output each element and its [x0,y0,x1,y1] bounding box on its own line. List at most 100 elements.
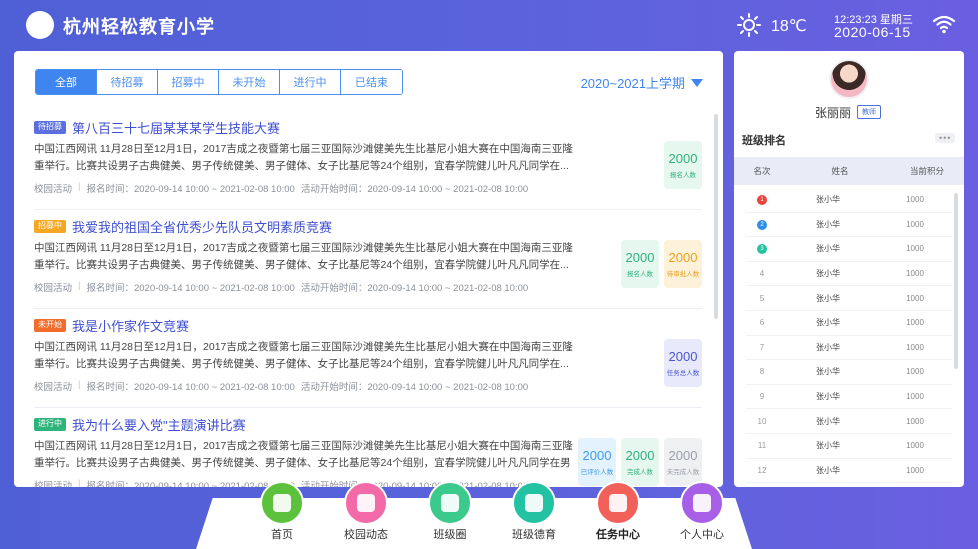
tab-5[interactable]: 已结束 [341,70,402,94]
student-name: 张小华 [816,465,840,475]
rank-cell: 5 [746,294,778,303]
tab-1[interactable]: 待招募 [97,70,158,94]
stat-label: 待审批人数 [666,271,700,278]
stat-box: 2000 未完成人数 [664,438,702,486]
divider: | [78,478,81,487]
activity-title[interactable]: 第八百三十七届某某某学生技能大赛 [72,118,280,137]
rank-number: 6 [759,318,765,328]
stat-number: 2000 [668,448,698,463]
stat-box: 2000 报名人数 [621,240,659,288]
student-score: 1000 [906,367,924,377]
activity-panel: 全部 待招募 招募中 未开始 进行中 已结束 2020~2021上学期 待招募 第八百三十… [14,51,723,487]
more-button[interactable]: ••• [935,133,956,143]
activity-stats: 2000 任务总人数 [664,339,702,387]
header-score: 当前积分 [909,166,944,176]
user-name: 张丽丽 [815,106,852,120]
nav-item-1[interactable]: 校园动态 [324,481,408,542]
start-time: 活动开始时间：2020-09-14 10:00 ~ 2021-02-08 10:… [300,184,529,195]
stat-number: 2000 [668,250,698,265]
activity-item[interactable]: 待招募 第八百三十七届某某某学生技能大赛 中国江西网讯 11月28日至12月1日… [34,111,702,210]
rank-cell: 3 [746,243,778,255]
rank-number: 9 [759,392,765,402]
activity-title[interactable]: 我爱我的祖国全省优秀少先队员文明素质竞赛 [72,217,332,236]
divider: | [78,379,81,390]
wifi-icon [932,15,956,34]
stat-label: 已评价人数 [580,469,614,476]
clock-date: 2020-06-15 [834,24,911,40]
activity-category: 校园活动 [34,184,73,195]
divider: | [78,280,81,291]
tab-2[interactable]: 招募中 [158,70,219,94]
tab-4[interactable]: 进行中 [280,70,341,94]
temperature: 18℃ [771,18,807,35]
activity-category: 校园活动 [34,481,73,487]
nav-item-5[interactable]: 个人中心 [660,481,744,542]
activity-head: 招募中 我爱我的祖国全省优秀少先队员文明素质竞赛 [34,217,332,236]
activity-item[interactable]: 未开始 我是小作家作文竞赛 中国江西网讯 11月28日至12月1日，2017吉成… [34,309,702,408]
nav-label: 个人中心 [680,529,724,541]
student-name: 张小华 [816,269,840,279]
student-score: 1000 [906,441,924,451]
activity-stats: 2000 报名人数 [664,141,702,189]
ranking-row: 4 张小华 1000 [746,262,952,287]
medal-icon: 1 [757,195,767,206]
ranking-rows: 1 张小华 1000 2 张小华 1000 3 张小华 1000 4 张小华 1… [746,188,952,484]
student-score: 1000 [906,318,924,328]
stat-number: 2000 [668,151,698,166]
student-score: 1000 [906,244,924,254]
student-name: 张小华 [816,441,840,451]
rank-number: 4 [759,269,765,279]
stat-label: 未完成人数 [666,469,700,476]
rank-number: 10 [757,416,767,426]
b-letter-icon [428,481,472,525]
header-rank: 名次 [753,166,771,176]
semester-selector[interactable]: 2020~2021上学期 [581,73,703,92]
activity-head: 待招募 第八百三十七届某某某学生技能大赛 [34,118,280,137]
rank-number: 12 [757,465,767,475]
activity-title[interactable]: 我是小作家作文竞赛 [72,316,189,335]
activity-list: 待招募 第八百三十七届某某某学生技能大赛 中国江西网讯 11月28日至12月1日… [34,111,702,487]
nav-item-2[interactable]: 班级圈 [408,481,492,542]
tab-0[interactable]: 全部 [36,70,97,94]
activity-title[interactable]: 我为什么要入党"主题演讲比赛 [72,415,246,434]
student-name: 张小华 [816,318,840,328]
status-badge: 招募中 [34,220,66,233]
status-tabs: 全部 待招募 招募中 未开始 进行中 已结束 [35,69,403,95]
stat-box: 2000 报名人数 [664,141,702,189]
activity-category: 校园活动 [34,283,73,294]
student-score: 1000 [906,342,924,352]
dropdown-arrow-icon [691,78,703,87]
stat-box: 2000 待审批人数 [664,240,702,288]
signup-time: 报名时间：2020-09-14 10:00 ~ 2021-02-08 10:00 [86,283,295,294]
activity-meta: 校园活动 | 报名时间：2020-09-14 10:00 ~ 2021-02-0… [34,280,528,294]
ranking-row: 10 张小华 1000 [746,409,952,434]
nav-item-3[interactable]: 班级德育 [492,481,576,542]
status-badge: 待招募 [34,121,66,134]
nav-label: 首页 [271,529,293,541]
ranking-scrollbar[interactable] [954,193,958,369]
activity-item[interactable]: 进行中 我为什么要入党"主题演讲比赛 中国江西网讯 11月28日至12月1日，2… [34,408,702,487]
sun-icon [737,13,761,37]
rank-number: 8 [759,367,765,377]
start-time: 活动开始时间：2020-09-14 10:00 ~ 2021-02-08 10:… [300,283,529,294]
activity-scrollbar[interactable] [714,114,718,319]
signup-time: 报名时间：2020-09-14 10:00 ~ 2021-02-08 10:00 [86,382,295,393]
nav-item-4[interactable]: 任务中心 [576,481,660,542]
rank-cell: 9 [746,392,778,401]
activity-item[interactable]: 招募中 我爱我的祖国全省优秀少先队员文明素质竞赛 中国江西网讯 11月28日至1… [34,210,702,309]
nav-label: 班级圈 [433,529,467,541]
activity-head: 未开始 我是小作家作文竞赛 [34,316,189,335]
student-name: 张小华 [816,392,840,402]
nav-label: 校园动态 [344,529,388,541]
pinwheel-icon [260,481,304,525]
rank-cell: 12 [746,466,778,475]
ranking-row: 11 张小华 1000 [746,434,952,459]
ranking-row: 7 张小华 1000 [746,336,952,361]
stat-label: 报名人数 [670,172,696,179]
nav-item-0[interactable]: 首页 [240,481,324,542]
rank-cell: 6 [746,318,778,327]
student-score: 1000 [906,195,924,205]
tab-3[interactable]: 未开始 [219,70,280,94]
stat-number: 2000 [668,349,698,364]
activity-description: 中国江西网讯 11月28日至12月1日，2017吉成之夜暨第七届三亚国际沙滩健美… [34,440,573,469]
